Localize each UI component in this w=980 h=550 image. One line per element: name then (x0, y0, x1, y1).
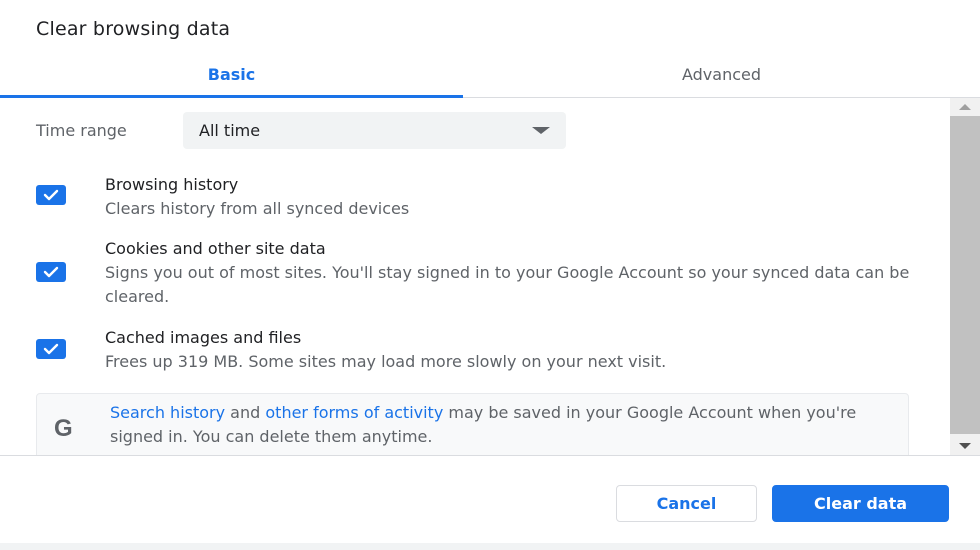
dialog-content: Time range All time Browsing history Cle… (0, 98, 950, 455)
checkmark-icon (43, 343, 59, 355)
option-cached-images: Cached images and files Frees up 319 MB.… (36, 326, 916, 376)
time-range-label: Time range (36, 121, 127, 140)
option-browsing-history-text: Browsing history Clears history from all… (105, 173, 925, 221)
info-text: Search history and other forms of activi… (110, 401, 900, 449)
time-range-row: Time range All time (36, 112, 566, 149)
checkbox-browsing-history[interactable] (36, 185, 66, 205)
clear-data-button[interactable]: Clear data (772, 485, 949, 522)
option-cookies: Cookies and other site data Signs you ou… (36, 237, 916, 311)
checkmark-icon (43, 266, 59, 278)
option-title: Cached images and files (105, 328, 302, 347)
option-cached-images-text: Cached images and files Frees up 319 MB.… (105, 326, 925, 374)
search-history-link[interactable]: Search history (110, 403, 225, 422)
bottom-divider (0, 543, 980, 550)
google-g-icon: G (54, 415, 73, 442)
scroll-down-arrow-icon[interactable] (959, 443, 971, 449)
scrollbar-thumb[interactable] (950, 116, 980, 434)
tab-advanced[interactable]: Advanced (463, 52, 980, 97)
time-range-selected-value: All time (199, 121, 261, 140)
other-activity-link[interactable]: other forms of activity (265, 403, 443, 422)
dropdown-arrow-icon (532, 127, 550, 134)
checkbox-cached-images[interactable] (36, 339, 66, 359)
option-description: Frees up 319 MB. Some sites may load mor… (105, 352, 667, 371)
scroll-up-arrow-icon[interactable] (959, 104, 971, 110)
content-scrollbar[interactable] (950, 98, 980, 455)
clear-browsing-data-dialog: Clear browsing data Basic Advanced Time … (0, 0, 980, 550)
option-cookies-text: Cookies and other site data Signs you ou… (105, 237, 925, 309)
tab-bar: Basic Advanced (0, 52, 980, 98)
dialog-title: Clear browsing data (36, 18, 231, 40)
tab-basic[interactable]: Basic (0, 52, 463, 98)
option-browsing-history: Browsing history Clears history from all… (36, 173, 916, 223)
checkmark-icon (43, 189, 59, 201)
option-title: Browsing history (105, 175, 239, 194)
time-range-select[interactable]: All time (183, 112, 566, 149)
cancel-button[interactable]: Cancel (616, 485, 757, 522)
checkbox-cookies[interactable] (36, 262, 66, 282)
google-activity-info-box: G Search history and other forms of acti… (36, 393, 909, 455)
dialog-footer: Cancel Clear data (0, 455, 980, 550)
option-title: Cookies and other site data (105, 239, 326, 258)
option-description: Clears history from all synced devices (105, 199, 410, 218)
option-description: Signs you out of most sites. You'll stay… (105, 263, 910, 306)
info-text-part: and (225, 403, 266, 422)
